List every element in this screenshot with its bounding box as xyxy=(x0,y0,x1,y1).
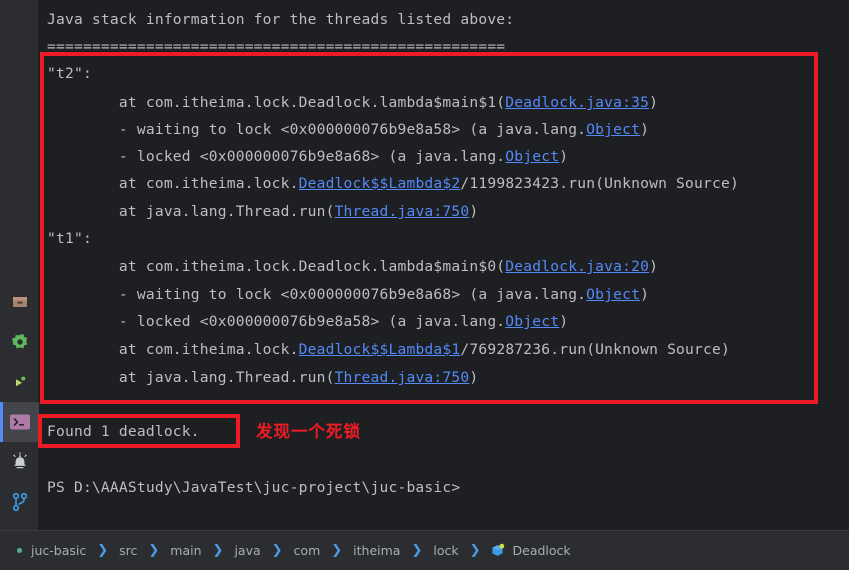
breadcrumb-separator-icon: ❯ xyxy=(331,543,343,558)
terminal-line: - waiting to lock <0x000000076b9e8a58> (… xyxy=(47,116,649,143)
breadcrumb-label: juc-basic xyxy=(31,543,87,558)
breadcrumb-label: com xyxy=(293,543,321,558)
terminal-text: "t1": xyxy=(47,230,92,247)
terminal-text: Java stack information for the threads l… xyxy=(47,11,515,28)
gear-icon xyxy=(11,333,29,351)
breadcrumb-item-itheima[interactable]: itheima xyxy=(351,543,402,558)
breadcrumb-separator-icon: ❯ xyxy=(411,543,423,558)
terminal-text: ========================================… xyxy=(47,38,506,55)
terminal-text: at com.itheima.lock. xyxy=(47,341,299,358)
terminal-icon xyxy=(9,413,31,431)
breadcrumb-item-deadlock[interactable]: Deadlock xyxy=(490,543,573,558)
stack-trace-link[interactable]: Object xyxy=(586,121,640,138)
breadcrumb-label: itheima xyxy=(353,543,401,558)
terminal-line: - locked <0x000000076b9e8a58> (a java.la… xyxy=(47,308,568,335)
terminal-line: PS D:\AAAStudy\JavaTest\juc-project\juc-… xyxy=(47,474,460,501)
terminal-line: at com.itheima.lock.Deadlock.lambda$main… xyxy=(47,89,658,116)
breadcrumb-item-java[interactable]: java xyxy=(232,543,262,558)
ide-window: Java stack information for the threads l… xyxy=(0,0,849,570)
annotation-text-chinese: 发现一个死锁 xyxy=(256,422,361,441)
breadcrumb-item-juc-basic[interactable]: juc-basic xyxy=(17,543,88,558)
terminal-text: ) xyxy=(469,369,479,386)
build-tool-button[interactable] xyxy=(0,282,39,322)
terminal-text: "t2": xyxy=(47,65,92,82)
terminal-line: at java.lang.Thread.run(Thread.java:750) xyxy=(47,198,478,225)
terminal-text: - locked <0x000000076b9e8a68> (a java.la… xyxy=(47,148,506,165)
terminal-text: at com.itheima.lock.Deadlock.lambda$main… xyxy=(47,94,506,111)
stack-trace-link[interactable]: Deadlock$$Lambda$1 xyxy=(299,341,461,358)
breadcrumb-item-main[interactable]: main xyxy=(168,543,203,558)
terminal-line: at com.itheima.lock.Deadlock.lambda$main… xyxy=(47,253,658,280)
terminal-line: Java stack information for the threads l… xyxy=(47,6,514,33)
terminal-line: "t1": xyxy=(47,225,92,252)
terminal-text: ) xyxy=(649,258,659,275)
stack-trace-link[interactable]: Object xyxy=(505,313,559,330)
stack-trace-link[interactable]: Deadlock.java:20 xyxy=(505,258,649,275)
java-class-icon xyxy=(490,543,505,558)
terminal-text: ) xyxy=(559,313,569,330)
build-icon xyxy=(11,293,29,311)
terminal-line: - locked <0x000000076b9e8a68> (a java.la… xyxy=(47,143,568,170)
module-dot-icon xyxy=(17,548,22,553)
breadcrumb-item-lock[interactable]: lock xyxy=(431,543,460,558)
terminal-text: /1199823423.run(Unknown Source) xyxy=(460,175,739,192)
git-branch-icon xyxy=(11,492,29,512)
breadcrumb-item-com[interactable]: com xyxy=(292,543,323,558)
breadcrumb-label: Deadlock xyxy=(512,543,571,558)
terminal-text: ) xyxy=(640,121,650,138)
terminal-text: at com.itheima.lock. xyxy=(47,175,299,192)
stack-trace-link[interactable]: Thread.java:750 xyxy=(335,369,470,386)
breadcrumb-label: java xyxy=(234,543,261,558)
breadcrumb-label: src xyxy=(119,543,138,558)
terminal-text: PS D:\AAAStudy\JavaTest\juc-project\juc-… xyxy=(47,479,461,496)
terminal-text: at java.lang.Thread.run( xyxy=(47,369,335,386)
terminal-text: at com.itheima.lock.Deadlock.lambda$main… xyxy=(47,258,506,275)
terminal-text: ) xyxy=(469,203,479,220)
breadcrumb-separator-icon: ❯ xyxy=(148,543,160,558)
terminal-line: "t2": xyxy=(47,60,92,87)
terminal-text: - waiting to lock <0x000000076b9e8a58> (… xyxy=(47,121,587,138)
terminal-text: Found 1 deadlock. xyxy=(47,423,200,440)
breadcrumb-separator-icon: ❯ xyxy=(469,543,481,558)
terminal-line: Found 1 deadlock. xyxy=(47,418,200,445)
breadcrumb-separator-icon: ❯ xyxy=(212,543,224,558)
terminal-text: ) xyxy=(649,94,659,111)
terminal-output-panel[interactable]: Java stack information for the threads l… xyxy=(39,0,849,530)
terminal-text: - locked <0x000000076b9e8a58> (a java.la… xyxy=(47,313,506,330)
breadcrumb-separator-icon: ❯ xyxy=(97,543,109,558)
tool-window-sidebar xyxy=(0,0,39,530)
breadcrumb-label: lock xyxy=(433,543,459,558)
terminal-line: - waiting to lock <0x000000076b9e8a68> (… xyxy=(47,281,649,308)
terminal-line: at java.lang.Thread.run(Thread.java:750) xyxy=(47,364,478,391)
run-icon xyxy=(11,373,29,391)
terminal-line: ========================================… xyxy=(47,33,505,60)
notification-icon xyxy=(10,452,30,472)
stack-trace-link[interactable]: Thread.java:750 xyxy=(335,203,470,220)
services-tool-button[interactable] xyxy=(0,322,39,362)
stack-trace-link[interactable]: Deadlock.java:35 xyxy=(505,94,649,111)
breadcrumb: juc-basic ❯ src ❯ main ❯ java ❯ com ❯ itheima ❯ lock… xyxy=(0,530,849,570)
terminal-text: - waiting to lock <0x000000076b9e8a68> (… xyxy=(47,286,587,303)
terminal-tool-button[interactable] xyxy=(0,402,39,442)
stack-trace-link[interactable]: Object xyxy=(505,148,559,165)
breadcrumb-separator-icon: ❯ xyxy=(271,543,283,558)
stack-trace-link[interactable]: Deadlock$$Lambda$2 xyxy=(299,175,461,192)
terminal-text: ) xyxy=(640,286,650,303)
terminal-text: ) xyxy=(559,148,569,165)
git-tool-button[interactable] xyxy=(0,482,39,522)
problems-tool-button[interactable] xyxy=(0,442,39,482)
terminal-line: at com.itheima.lock.Deadlock$$Lambda$2/1… xyxy=(47,170,739,197)
run-tool-button[interactable] xyxy=(0,362,39,402)
breadcrumb-label: main xyxy=(170,543,202,558)
stack-trace-link[interactable]: Object xyxy=(586,286,640,303)
breadcrumb-item-src[interactable]: src xyxy=(117,543,139,558)
terminal-text: at java.lang.Thread.run( xyxy=(47,203,335,220)
terminal-text: /769287236.run(Unknown Source) xyxy=(460,341,730,358)
terminal-line: at com.itheima.lock.Deadlock$$Lambda$1/7… xyxy=(47,336,730,363)
